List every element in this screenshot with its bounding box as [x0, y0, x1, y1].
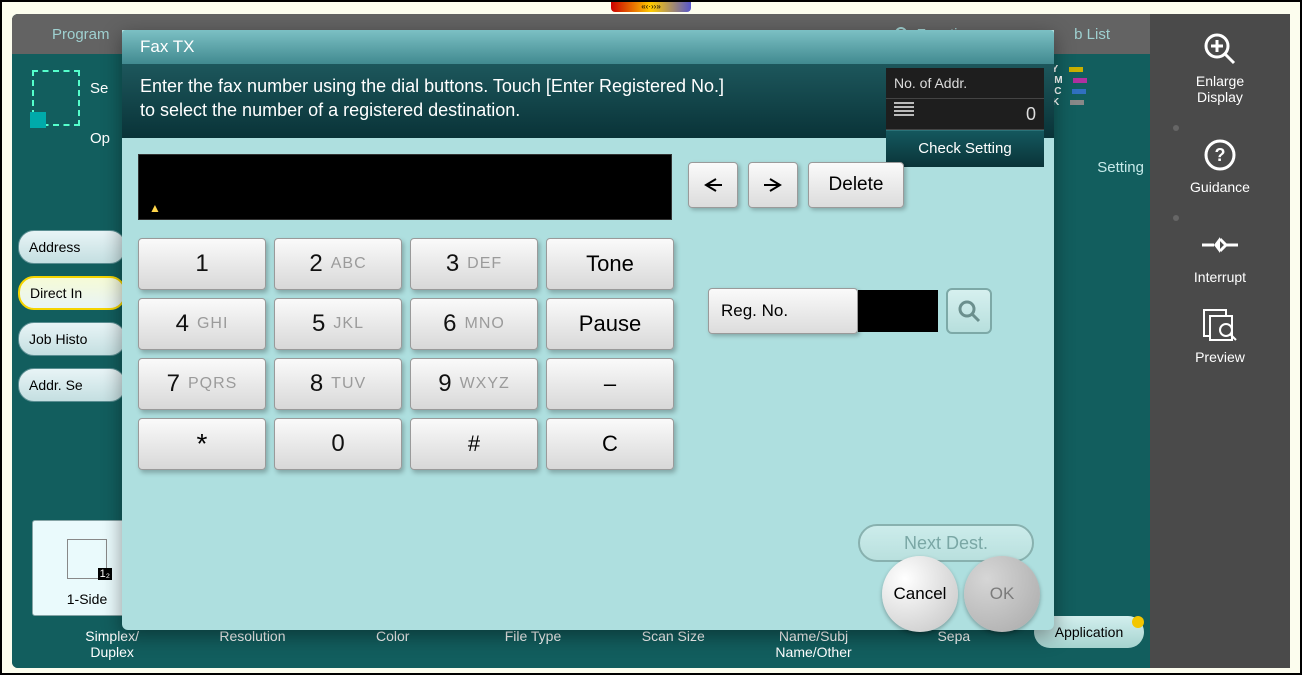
- key-star[interactable]: *: [138, 418, 266, 470]
- key-0[interactable]: 0: [274, 418, 402, 470]
- key-minus[interactable]: –: [546, 358, 674, 410]
- key-9[interactable]: 9WXYZ: [410, 358, 538, 410]
- cat-color: Color: [323, 628, 463, 660]
- magnifier-icon: [956, 298, 982, 324]
- dial-keypad: 1 2ABC 3DEF Tone 4GHI 5JKL 6MNO Pause 7P…: [138, 238, 674, 470]
- list-icon: [894, 102, 914, 118]
- reg-no-input[interactable]: [858, 290, 938, 332]
- svg-text:?: ?: [1215, 145, 1226, 165]
- key-1[interactable]: 1: [138, 238, 266, 290]
- tab-job-history[interactable]: Job Histo: [18, 322, 126, 356]
- reg-no-search-button[interactable]: [946, 288, 992, 334]
- preview-icon: [1200, 308, 1240, 342]
- cat-filetype: File Type: [463, 628, 603, 660]
- indicator-dot-icon: [1173, 215, 1179, 221]
- key-5[interactable]: 5JKL: [274, 298, 402, 350]
- addr-count-value: 0: [1026, 102, 1036, 126]
- application-label: Application: [1055, 624, 1124, 640]
- interrupt-icon: [1200, 231, 1240, 259]
- tab-addr-search[interactable]: Addr. Se: [18, 368, 126, 402]
- ok-button[interactable]: OK: [964, 556, 1040, 632]
- dialog-instruction: Enter the fax number using the dial butt…: [140, 74, 740, 122]
- arrow-right-icon: [762, 177, 784, 193]
- setting-button[interactable]: Setting: [1097, 159, 1144, 176]
- status-dot-icon: [1132, 616, 1144, 628]
- bottom-category-row: Simplex/ Duplex Resolution Color File Ty…: [42, 628, 1144, 660]
- dialog-title: Fax TX: [122, 30, 1054, 64]
- fax-number-input[interactable]: ▲: [138, 154, 672, 220]
- key-8[interactable]: 8TUV: [274, 358, 402, 410]
- key-4[interactable]: 4GHI: [138, 298, 266, 350]
- preview-button[interactable]: Preview: [1165, 305, 1275, 365]
- key-6[interactable]: 6MNO: [410, 298, 538, 350]
- cursor-right-button[interactable]: [748, 162, 798, 208]
- key-3[interactable]: 3DEF: [410, 238, 538, 290]
- indicator-dot-icon: [1173, 125, 1179, 131]
- reg-no-button[interactable]: Reg. No.: [708, 288, 858, 334]
- tab-address-book[interactable]: Address: [18, 230, 126, 264]
- tab-direct-input[interactable]: Direct In: [18, 276, 126, 310]
- preview-label: Preview: [1195, 349, 1245, 365]
- interrupt-label: Interrupt: [1194, 269, 1246, 285]
- cat-simplex: Simplex/ Duplex: [42, 628, 182, 660]
- magnify-plus-icon: [1202, 31, 1238, 67]
- key-7[interactable]: 7PQRS: [138, 358, 266, 410]
- cat-scansize: Scan Size: [603, 628, 743, 660]
- question-icon: ?: [1203, 138, 1237, 172]
- cat-resolution: Resolution: [182, 628, 322, 660]
- cancel-button[interactable]: Cancel: [882, 556, 958, 632]
- side-panel: Enlarge Display ? Guidance Interrupt Pre…: [1150, 14, 1290, 668]
- joblist-label: b List: [1074, 26, 1110, 43]
- fax-tx-dialog: Fax TX Enter the fax number using the di…: [122, 30, 1054, 630]
- cat-name: Name/Subj Name/Other: [743, 628, 883, 660]
- option-card-label: 1-Side: [67, 591, 107, 607]
- program-label: Program: [52, 26, 110, 43]
- key-clear[interactable]: C: [546, 418, 674, 470]
- key-hash[interactable]: #: [410, 418, 538, 470]
- key-tone[interactable]: Tone: [546, 238, 674, 290]
- cursor-left-button[interactable]: [688, 162, 738, 208]
- dialog-header: Enter the fax number using the dial butt…: [122, 64, 1054, 138]
- key-2[interactable]: 2ABC: [274, 238, 402, 290]
- window-grip: «‹·››»: [611, 2, 691, 12]
- key-pause[interactable]: Pause: [546, 298, 674, 350]
- guidance-label: Guidance: [1190, 179, 1250, 195]
- document-icon: [32, 70, 80, 126]
- guidance-button[interactable]: ? Guidance: [1165, 125, 1275, 195]
- delete-button[interactable]: Delete: [808, 162, 904, 208]
- cat-separate: Sepa: [884, 628, 1024, 660]
- interrupt-button[interactable]: Interrupt: [1165, 215, 1275, 285]
- enlarge-display-button[interactable]: Enlarge Display: [1165, 29, 1275, 105]
- arrow-left-icon: [702, 177, 724, 193]
- page-icon: [67, 539, 107, 579]
- enlarge-label: Enlarge Display: [1196, 73, 1244, 105]
- addr-count-label: No. of Addr.: [894, 71, 967, 95]
- caret-icon: ▲: [149, 201, 161, 215]
